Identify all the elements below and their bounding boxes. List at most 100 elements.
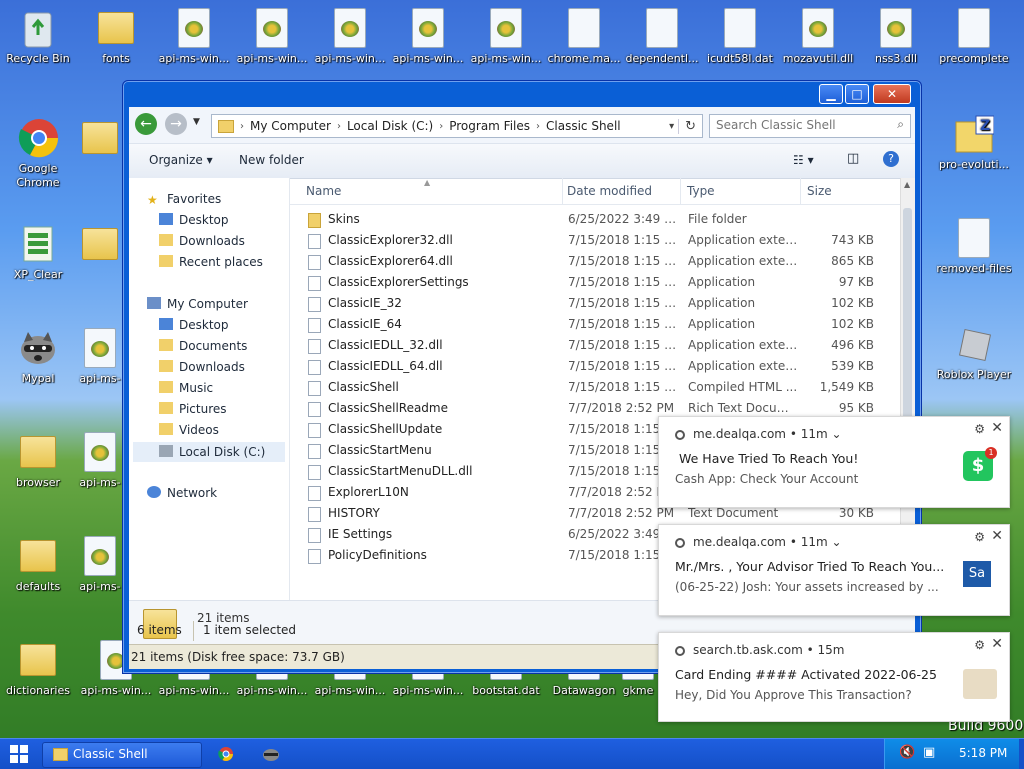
nav-mc-pictures[interactable]: Pictures — [159, 402, 227, 416]
new-folder-button[interactable]: New folder — [239, 153, 304, 167]
breadcrumb-program-files[interactable]: Program Files — [443, 119, 536, 133]
desktop-icon-recycle-bin[interactable]: Recycle Bin — [0, 6, 76, 65]
notification-settings-icon[interactable]: ⚙ — [974, 638, 985, 652]
desktop-icon-mypal[interactable]: Mypal — [0, 326, 76, 385]
desktop-icon-folder[interactable] — [78, 222, 122, 268]
show-desktop-button[interactable] — [1019, 739, 1024, 769]
column-date[interactable]: Date modified — [567, 184, 652, 198]
file-type: Application — [688, 296, 756, 310]
desktop-icon-file[interactable]: api-ms-win... — [156, 6, 232, 65]
desktop-icon-file[interactable]: api-ms-win... — [234, 6, 310, 65]
nav-mc-videos[interactable]: Videos — [159, 423, 219, 437]
file-row[interactable]: ClassicIE_32 7/15/2018 1:15 PM Application… — [290, 293, 901, 314]
address-dropdown-icon[interactable]: ▾ — [665, 121, 678, 132]
column-divider[interactable] — [800, 178, 801, 204]
desktop-icon-file[interactable]: nss3.dll — [858, 6, 934, 65]
help-icon[interactable]: ? — [883, 151, 899, 167]
file-date: 7/7/2018 2:52 PM — [568, 401, 675, 415]
nav-my-computer[interactable]: My Computer — [147, 297, 248, 311]
nav-mc-desktop[interactable]: Desktop — [159, 318, 229, 332]
breadcrumb-classic-shell[interactable]: Classic Shell — [540, 119, 627, 133]
desktop-icon-defaults[interactable]: defaults — [0, 534, 76, 593]
desktop-icon-google-chrome[interactable]: Google Chrome — [0, 116, 76, 190]
preview-pane-icon[interactable]: ◫ — [847, 151, 859, 166]
refresh-icon[interactable]: ↻ — [678, 118, 702, 134]
nav-network[interactable]: Network — [147, 486, 217, 500]
desktop-icon-file[interactable]: api-ms-win... — [390, 6, 466, 65]
close-button[interactable]: ✕ — [873, 84, 911, 104]
organize-button[interactable]: Organize ▾ — [149, 153, 213, 167]
desktop-icon-roblox-player[interactable]: Roblox Player — [936, 322, 1012, 381]
column-divider[interactable] — [680, 178, 681, 204]
desktop-icon-file[interactable]: dependentl... — [624, 6, 700, 65]
breadcrumb-my-computer[interactable]: My Computer — [244, 119, 337, 133]
file-row[interactable]: ClassicIE_64 7/15/2018 1:15 PM Application… — [290, 314, 901, 335]
file-name: ClassicIEDLL_32.dll — [328, 338, 443, 352]
taskbar-clock[interactable]: 5:18 PM — [959, 746, 1007, 760]
notification-toast[interactable]: me.dealqa.com • 11m ⌄ ⚙ ✕ We Have Tried … — [658, 416, 1010, 508]
nav-fav-recent[interactable]: Recent places — [159, 255, 263, 269]
nav-mc-local-disk[interactable]: Local Disk (C:) — [133, 442, 285, 462]
notification-close-icon[interactable]: ✕ — [991, 636, 1003, 652]
downloads-folder-icon — [159, 360, 173, 372]
notification-toast[interactable]: search.tb.ask.com • 15m ⚙ ✕ Card Ending … — [658, 632, 1010, 722]
desktop-icon-file[interactable]: api-ms-win... — [312, 6, 388, 65]
file-row[interactable]: ClassicExplorer64.dll 7/15/2018 1:15 PM Ap… — [290, 251, 901, 272]
desktop-icon-file[interactable]: api-ms- — [78, 326, 122, 385]
view-options-icon[interactable]: ☷ ▾ — [793, 153, 814, 167]
file-row[interactable]: Skins 6/25/2022 3:49 PM File folder — [290, 209, 901, 230]
chrome-taskbar-icon[interactable] — [218, 746, 234, 762]
notification-close-icon[interactable]: ✕ — [991, 420, 1003, 436]
search-input[interactable] — [710, 115, 892, 135]
mypal-taskbar-icon[interactable] — [262, 746, 280, 762]
volume-muted-icon[interactable]: 🔇 — [899, 745, 915, 760]
desktop-icon-folder[interactable] — [78, 116, 122, 162]
maximize-button[interactable]: □ — [845, 84, 869, 104]
desktop-icon-fonts[interactable]: fonts — [78, 6, 154, 65]
desktop-icon-removed-files[interactable]: removed-files — [936, 216, 1012, 275]
column-name[interactable]: Name — [306, 184, 341, 198]
desktop-icon-file[interactable]: api-ms-win... — [468, 6, 544, 65]
desktop-icon-file[interactable]: precomplete — [936, 6, 1012, 65]
windows-start-icon[interactable] — [10, 745, 28, 763]
notification-settings-icon[interactable]: ⚙ — [974, 422, 985, 436]
notification-settings-icon[interactable]: ⚙ — [974, 530, 985, 544]
column-divider[interactable] — [562, 178, 563, 204]
file-row[interactable]: ClassicIEDLL_32.dll 7/15/2018 1:15 PM Appl… — [290, 335, 901, 356]
nav-fav-downloads[interactable]: Downloads — [159, 234, 245, 248]
scroll-up-arrow[interactable]: ▲ — [904, 180, 910, 189]
minimize-button[interactable]: ▁ — [819, 84, 843, 104]
desktop-icon-file[interactable]: icudt58l.dat — [702, 6, 778, 65]
file-row[interactable]: ClassicExplorer32.dll 7/15/2018 1:15 PM Ap… — [290, 230, 901, 251]
desktop-icon-dictionaries[interactable]: dictionaries — [0, 638, 76, 697]
forward-button[interactable]: → — [165, 113, 187, 135]
window-titlebar[interactable]: ▁ □ ✕ — [123, 81, 921, 105]
file-row[interactable]: ClassicIEDLL_64.dll 7/15/2018 1:15 PM Appl… — [290, 356, 901, 377]
address-bar[interactable]: › My Computer › Local Disk (C:) › Progra… — [211, 114, 703, 138]
folder-icon — [218, 119, 234, 133]
file-row[interactable]: ClassicShell 7/15/2018 1:15 PM Compiled HT… — [290, 377, 901, 398]
nav-mc-downloads[interactable]: Downloads — [159, 360, 245, 374]
desktop-icon-file[interactable]: api-ms- — [78, 534, 122, 593]
desktop-icon-file[interactable]: chrome.ma... — [546, 6, 622, 65]
column-size[interactable]: Size — [807, 184, 832, 198]
desktop-icon-file[interactable]: mozavutil.dll — [780, 6, 856, 65]
taskbar-window-button[interactable]: Classic Shell — [42, 742, 202, 768]
nav-mc-music[interactable]: Music — [159, 381, 213, 395]
search-icon[interactable]: ⌕ — [897, 117, 904, 132]
desktop-icon-xp-clear[interactable]: XP_Clear — [0, 222, 76, 281]
desktop-icon-file[interactable]: api-ms- — [78, 430, 122, 489]
recent-pages-dropdown[interactable]: ▼ — [193, 117, 200, 127]
file-row[interactable]: ClassicExplorerSettings 7/15/2018 1:15 PM… — [290, 272, 901, 293]
desktop-icon-pro-evolution[interactable]: Z pro-evoluti... — [936, 112, 1012, 171]
nav-favorites[interactable]: ★ Favorites — [147, 192, 221, 207]
notification-toast[interactable]: me.dealqa.com • 11m ⌄ ⚙ ✕ Mr./Mrs. , You… — [658, 524, 1010, 616]
breadcrumb-local-disk[interactable]: Local Disk (C:) — [341, 119, 439, 133]
back-button[interactable]: ← — [135, 113, 157, 135]
notification-close-icon[interactable]: ✕ — [991, 528, 1003, 544]
nav-mc-documents[interactable]: Documents — [159, 339, 247, 353]
network-tray-icon[interactable]: ▣ — [923, 745, 935, 760]
desktop-icon-browser[interactable]: browser — [0, 430, 76, 489]
nav-fav-desktop[interactable]: Desktop — [159, 213, 229, 227]
column-type[interactable]: Type — [687, 184, 715, 198]
